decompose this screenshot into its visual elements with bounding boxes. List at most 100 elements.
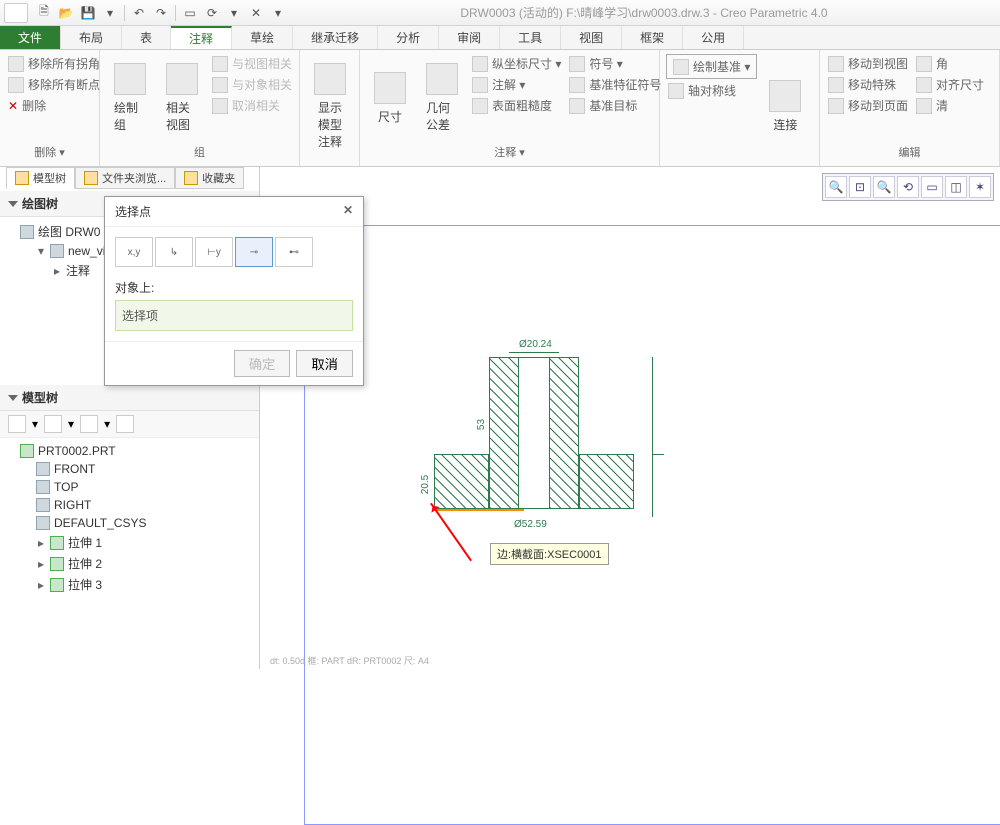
navigator-tabs: 模型树 文件夹浏览... 收藏夹 [6, 167, 244, 189]
select-icon[interactable]: ▭ [180, 3, 200, 23]
cleanup[interactable]: 清 [914, 96, 986, 115]
relate-view-button[interactable]: 相关视图 [158, 54, 206, 142]
zoom-out-icon[interactable]: 🔍 [873, 176, 895, 198]
mode-btn-1[interactable]: x,y [115, 237, 153, 267]
corner-icon [8, 56, 24, 72]
tab-frame[interactable]: 框架 [622, 26, 683, 49]
datum-target[interactable]: 基准目标 [567, 96, 663, 115]
title-bar: 🗎 📂 💾 ▾ ↶ ↷ ▭ ⟳ ▾ ✕ ▾ DRW0003 (活动的) F:\晴… [0, 0, 1000, 26]
dialog-cancel-button[interactable]: 取消 [296, 350, 353, 377]
relate-to-view[interactable]: 与视图相关 [210, 54, 294, 73]
move-to-view[interactable]: 移动到视图 [826, 54, 910, 73]
draw-datum-button[interactable]: 绘制基准 ▾ [666, 54, 757, 79]
save-icon[interactable]: 💾 [78, 3, 98, 23]
tree-filter-icon[interactable] [8, 415, 26, 433]
windows-icon[interactable]: ▾ [224, 3, 244, 23]
gtol-icon [426, 63, 458, 95]
new-icon[interactable]: 🗎 [34, 3, 54, 23]
nav-tab-folder[interactable]: 文件夹浏览... [75, 167, 175, 189]
break-icon [8, 77, 24, 93]
tab-annotate[interactable]: 注释 [171, 26, 232, 49]
axis-sym-line[interactable]: 轴对称线 [666, 81, 757, 100]
align-dim[interactable]: 对齐尺寸 [914, 75, 986, 94]
sheet-icon[interactable]: ▭ [921, 176, 943, 198]
mode-btn-3[interactable]: ⊢y [195, 237, 233, 267]
remove-all-breaks[interactable]: 移除所有断点 [6, 75, 102, 94]
dim-top[interactable]: Ø20.24 [519, 339, 552, 350]
selection-box[interactable]: 选择项 [115, 300, 353, 331]
unrelate[interactable]: 取消相关 [210, 96, 294, 115]
tab-common[interactable]: 公用 [683, 26, 744, 49]
tab-analysis[interactable]: 分析 [378, 26, 439, 49]
dim-left[interactable]: 20.5 [420, 475, 431, 494]
datum-feature[interactable]: 基准特征符号 [567, 75, 663, 94]
mode-btn-2[interactable]: ↳ [155, 237, 193, 267]
system-menu-icon[interactable] [4, 3, 28, 23]
dialog-close-button[interactable]: ✕ [343, 203, 353, 220]
remove-all-corners[interactable]: 移除所有拐角 [6, 54, 102, 73]
zoom-fit-icon[interactable]: ⊡ [849, 176, 871, 198]
corner-edit[interactable]: 角 [914, 54, 986, 73]
tree-item[interactable]: ▸拉伸 2 [0, 553, 259, 574]
tab-inherit[interactable]: 继承迁移 [293, 26, 378, 49]
delete-button[interactable]: ✕删除 [6, 96, 102, 115]
tree-search-icon[interactable] [116, 415, 134, 433]
dialog-ok-button[interactable]: 确定 [234, 350, 291, 377]
tab-layout[interactable]: 布局 [61, 26, 122, 49]
tree-item[interactable]: RIGHT [0, 496, 259, 514]
selected-edge[interactable] [434, 509, 524, 511]
mode-btn-5[interactable]: ⊷ [275, 237, 313, 267]
close-win-icon[interactable]: ✕ [246, 3, 266, 23]
note-button[interactable]: 注解 ▾ [470, 75, 563, 94]
tree-item[interactable]: TOP [0, 478, 259, 496]
dim-bottom[interactable]: Ø52.59 [514, 519, 547, 530]
mode-btn-4[interactable]: ⊸ [235, 237, 273, 267]
move-special[interactable]: 移动特殊 [826, 75, 910, 94]
tree-item[interactable]: ▸拉伸 3 [0, 574, 259, 595]
options-dropdown-icon[interactable]: ▾ [268, 3, 288, 23]
tree-part-root[interactable]: PRT0002.PRT [0, 442, 259, 460]
model-tree-header[interactable]: 模型树 [0, 385, 259, 411]
zoom-in-icon[interactable]: 🔍 [825, 176, 847, 198]
section-view[interactable]: Ø20.24 53 20.5 Ø52.59 [434, 339, 664, 514]
tree-item[interactable]: ▸拉伸 1 [0, 532, 259, 553]
redo-icon[interactable]: ↷ [151, 3, 171, 23]
open-icon[interactable]: 📂 [56, 3, 76, 23]
group-annotate-label: 注释 ▾ [366, 142, 653, 162]
display-icon[interactable]: ◫ [945, 176, 967, 198]
folder-icon [84, 171, 98, 185]
dim-height[interactable]: 53 [476, 419, 487, 430]
dim-icon [374, 72, 406, 104]
tree-show-icon[interactable] [80, 415, 98, 433]
move-to-page[interactable]: 移动到页面 [826, 96, 910, 115]
surface-finish[interactable]: 表面粗糙度 [470, 96, 563, 115]
relate-to-object[interactable]: 与对象相关 [210, 75, 294, 94]
gtol-button[interactable]: 几何公差 [418, 54, 466, 142]
dimension-button[interactable]: 尺寸 [366, 54, 414, 142]
tab-review[interactable]: 审阅 [439, 26, 500, 49]
save-dropdown-icon[interactable]: ▾ [100, 3, 120, 23]
connect-button[interactable]: 连接 [761, 54, 809, 158]
nav-tab-favorites[interactable]: 收藏夹 [175, 167, 244, 189]
dialog-title: 选择点 [115, 203, 151, 220]
ordinate-dim[interactable]: 纵坐标尺寸 ▾ [470, 54, 563, 73]
group-delete-label: 删除 ▾ [6, 142, 93, 162]
draw-group-button[interactable]: 绘制组 [106, 54, 154, 142]
symbol-button[interactable]: 符号 ▾ [567, 54, 663, 73]
tab-table[interactable]: 表 [122, 26, 171, 49]
display-style-icon[interactable]: ✶ [969, 176, 991, 198]
refit-icon[interactable]: ⟲ [897, 176, 919, 198]
tab-file[interactable]: 文件 [0, 26, 61, 49]
tree-settings-icon[interactable] [44, 415, 62, 433]
tab-view[interactable]: 视图 [561, 26, 622, 49]
undo-icon[interactable]: ↶ [129, 3, 149, 23]
tree-item[interactable]: FRONT [0, 460, 259, 478]
tab-sketch[interactable]: 草绘 [232, 26, 293, 49]
drawing-canvas[interactable]: 🔍 ⊡ 🔍 ⟲ ▭ ◫ ✶ Ø20.24 53 20.5 Ø52.59 [260, 167, 1000, 669]
regen-icon[interactable]: ⟳ [202, 3, 222, 23]
show-model-annotations[interactable]: 显示模型 注释 [306, 54, 354, 158]
main-tab-bar: 文件 布局 表 注释 草绘 继承迁移 分析 审阅 工具 视图 框架 公用 [0, 26, 1000, 50]
nav-tab-model-tree[interactable]: 模型树 [6, 167, 75, 189]
tree-item[interactable]: DEFAULT_CSYS [0, 514, 259, 532]
tab-tools[interactable]: 工具 [500, 26, 561, 49]
